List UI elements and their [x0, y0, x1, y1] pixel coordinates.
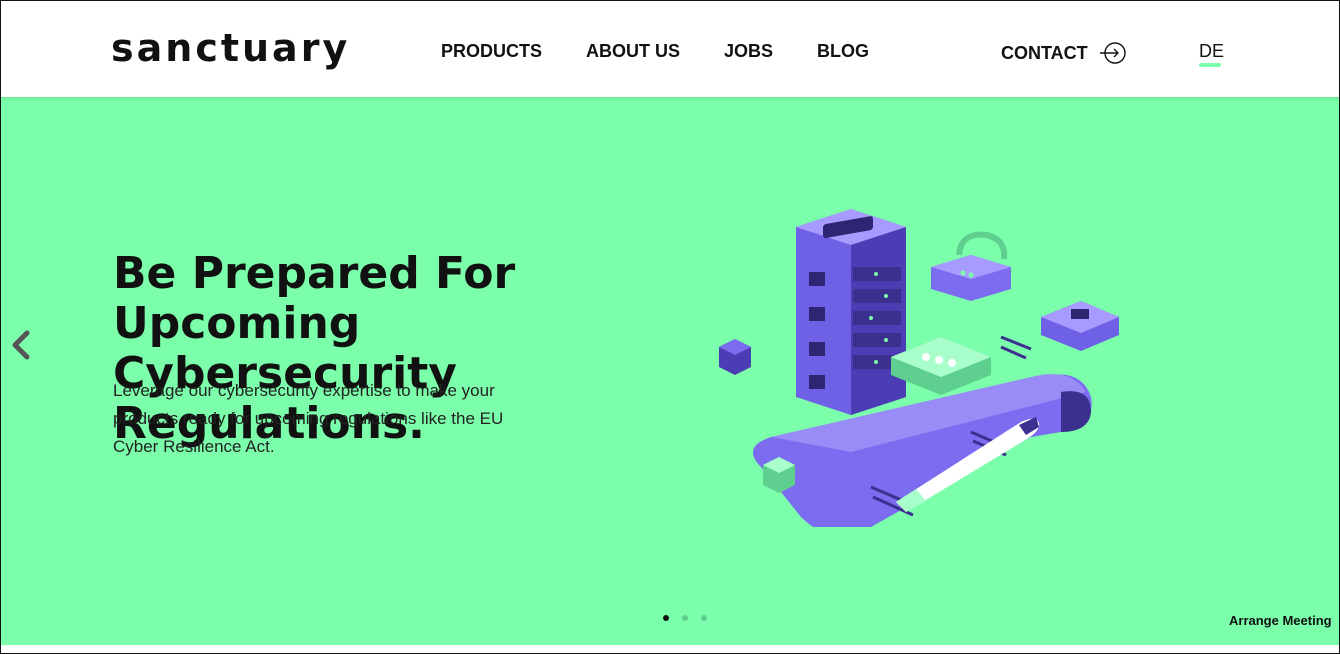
arrange-meeting-button[interactable]: Arrange Meeting	[1229, 613, 1332, 628]
language-switch[interactable]: DE	[1199, 41, 1224, 62]
logo[interactable]: sanctuary	[111, 27, 350, 69]
contact-label: CONTACT	[1001, 42, 1088, 63]
nav-blog[interactable]: BLOG	[817, 41, 869, 62]
server-illustration	[719, 209, 1119, 527]
language-underline	[1199, 63, 1221, 67]
slide-dot-1[interactable]	[663, 615, 669, 621]
main-nav: PRODUCTS ABOUT US JOBS BLOG	[441, 41, 913, 62]
nav-products[interactable]: PRODUCTS	[441, 41, 542, 62]
slide-indicators	[663, 615, 720, 621]
nav-about-us[interactable]: ABOUT US	[586, 41, 680, 62]
slide-dot-3[interactable]	[701, 615, 707, 621]
hero-slider: Be Prepared For Upcoming Cybersecurity R…	[1, 97, 1339, 645]
chevron-left-icon[interactable]	[9, 327, 33, 363]
hero-title-line1: Be Prepared For Upcoming	[113, 248, 516, 349]
arrow-circle-right-icon	[1099, 42, 1126, 64]
contact-link[interactable]: CONTACT	[1001, 39, 1126, 67]
site-header: sanctuary PRODUCTS ABOUT US JOBS BLOG CO…	[1, 1, 1339, 97]
slide-dot-2[interactable]	[682, 615, 688, 621]
hero-subtitle: Leverage our cybersecurity expertise to …	[113, 381, 504, 456]
page: sanctuary PRODUCTS ABOUT US JOBS BLOG CO…	[0, 0, 1340, 654]
nav-jobs[interactable]: JOBS	[724, 41, 773, 62]
